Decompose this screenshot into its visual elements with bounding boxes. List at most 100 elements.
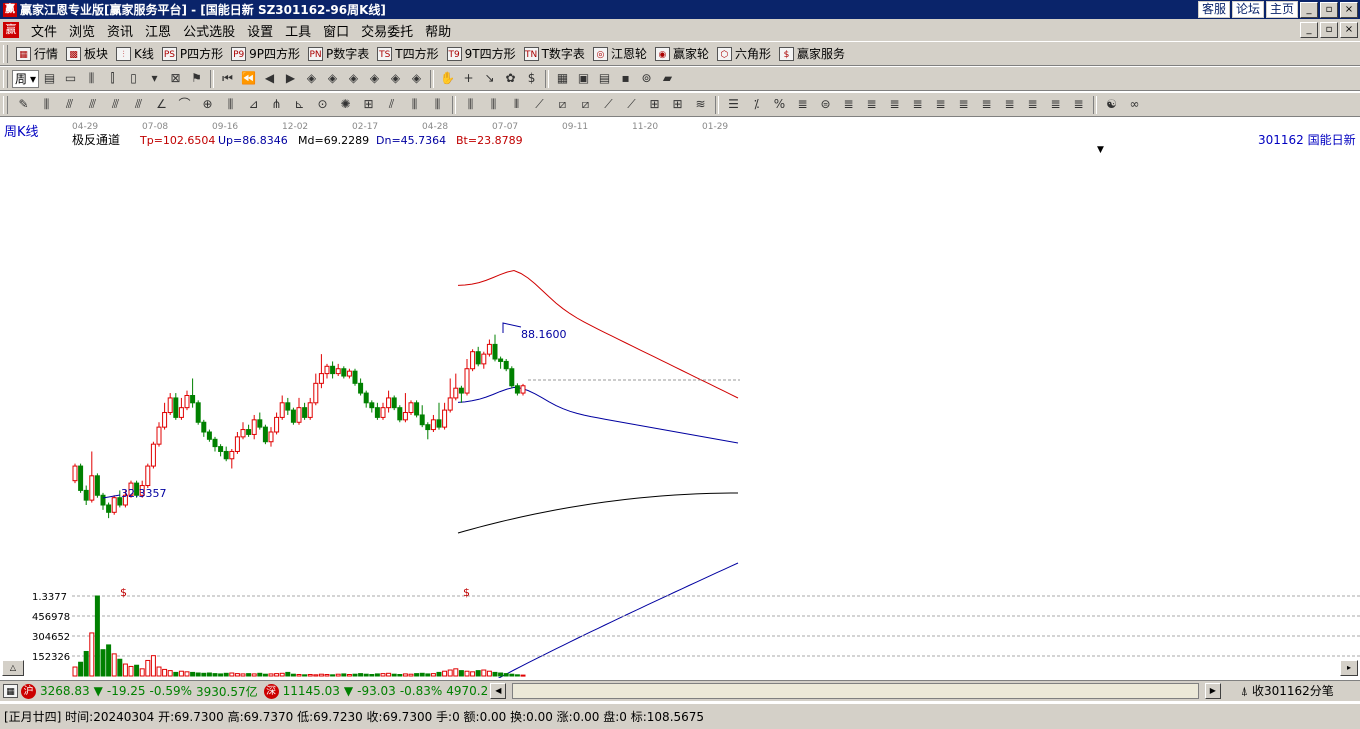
fan-icon[interactable]: ⊠ bbox=[167, 70, 184, 87]
toolbar-button-1[interactable]: ▩ 板块 bbox=[62, 44, 112, 64]
binoculars-icon[interactable]: ⊚ bbox=[638, 70, 655, 87]
kline-chart[interactable]: 04-29 07-08 09-16 12-02 02-17 04-28 07-07 09-11… bbox=[0, 118, 1360, 678]
forum-link[interactable]: 论坛 bbox=[1231, 1, 1264, 18]
fan-line-icon[interactable]: ⟋ bbox=[530, 96, 549, 113]
diamond-1-icon[interactable]: ◈ bbox=[303, 70, 320, 87]
sh-index[interactable]: 沪 3268.83 ▼ -19.25 -0.59% 3930.57亿 bbox=[21, 683, 258, 700]
toolbar-button-10[interactable]: ◉ 赢家轮 bbox=[651, 44, 713, 64]
comb-tool-2-icon[interactable]: ⫼ bbox=[405, 96, 424, 113]
fibo-tool-8-icon[interactable]: ≣ bbox=[1023, 96, 1042, 113]
truck-icon[interactable]: ▰ bbox=[659, 70, 676, 87]
menu-info[interactable]: 资讯 bbox=[101, 21, 139, 40]
sz-index[interactable]: 深 11145.03 ▼ -93.03 -0.83% 4970.2 bbox=[263, 683, 488, 699]
fibo-tool-9-icon[interactable]: ≣ bbox=[1046, 96, 1065, 113]
fibo-tool-5-icon[interactable]: ≣ bbox=[954, 96, 973, 113]
doc-icon[interactable]: ▭ bbox=[62, 70, 79, 87]
draw-line-icon[interactable]: ↘ bbox=[481, 70, 498, 87]
horizontal-scrollbar[interactable] bbox=[512, 683, 1199, 699]
toolbar-button-0[interactable]: ▦ 行情 bbox=[12, 44, 62, 64]
calendar-icon[interactable]: ▦ bbox=[554, 70, 571, 87]
candle-icon[interactable]: ⫿ bbox=[104, 70, 121, 87]
table-icon[interactable]: ▤ bbox=[596, 70, 613, 87]
grid-icon[interactable]: ▦ bbox=[3, 684, 18, 698]
service-link[interactable]: 客服 bbox=[1197, 1, 1230, 18]
diamond-5-icon[interactable]: ◈ bbox=[387, 70, 404, 87]
menu-browse[interactable]: 浏览 bbox=[63, 21, 101, 40]
period-selector[interactable]: 周 ▾ bbox=[12, 69, 40, 88]
fan-square-2-icon[interactable]: ⧄ bbox=[576, 96, 595, 113]
child-minimize-button[interactable]: _ bbox=[1300, 22, 1318, 38]
restore-button[interactable]: ▫ bbox=[1320, 1, 1338, 18]
menu-tools[interactable]: 工具 bbox=[279, 21, 317, 40]
close-button[interactable]: × bbox=[1340, 1, 1358, 18]
dropdown-arrow-icon[interactable]: ▼ bbox=[1097, 145, 1104, 155]
comb-tool-3-icon[interactable]: ⫼ bbox=[428, 96, 447, 113]
prev-icon[interactable]: ⏪ bbox=[240, 70, 257, 87]
hand-icon[interactable]: ✋ bbox=[439, 70, 456, 87]
save-icon[interactable]: ▪ bbox=[617, 70, 634, 87]
chart-type-icon[interactable]: ▤ bbox=[41, 70, 58, 87]
line-type-dropdown-icon[interactable]: ▾ bbox=[146, 70, 163, 87]
grid-tool-5-icon[interactable]: ⫻ bbox=[129, 96, 148, 113]
child-close-button[interactable]: × bbox=[1340, 22, 1358, 38]
diamond-2-icon[interactable]: ◈ bbox=[324, 70, 341, 87]
diamond-4-icon[interactable]: ◈ bbox=[366, 70, 383, 87]
fibo-tool-icon[interactable]: ≣ bbox=[862, 96, 881, 113]
menu-file[interactable]: 文件 bbox=[25, 21, 63, 40]
comb-tool-5-icon[interactable]: ⫼ bbox=[484, 96, 503, 113]
first-icon[interactable]: ⏮ bbox=[219, 70, 236, 87]
menu-trade[interactable]: 交易委托 bbox=[355, 21, 419, 40]
tick-detail-label[interactable]: 收301162分笔 bbox=[1248, 682, 1360, 700]
pencil-icon[interactable]: ✎ bbox=[14, 96, 33, 113]
toolbar-button-7[interactable]: T9 9T四方形 bbox=[443, 44, 520, 64]
triangle-tool-icon[interactable]: ⊿ bbox=[244, 96, 263, 113]
fan-square-icon[interactable]: ⧄ bbox=[553, 96, 572, 113]
sun-tool-icon[interactable]: ✺ bbox=[336, 96, 355, 113]
toolbar-button-4[interactable]: P9 9P四方形 bbox=[227, 44, 304, 64]
dollar-chart-icon[interactable]: $ bbox=[523, 70, 540, 87]
menu-settings[interactable]: 设置 bbox=[241, 21, 279, 40]
channel-tool-icon[interactable]: ⫴ bbox=[507, 96, 526, 113]
toolbar-button-12[interactable]: $ 赢家服务 bbox=[775, 44, 849, 64]
shape-icon[interactable]: ✿ bbox=[502, 70, 519, 87]
ray-tool-icon[interactable]: ⟋ bbox=[599, 96, 618, 113]
fibo-lines-2-icon[interactable]: ≣ bbox=[839, 96, 858, 113]
flag-icon[interactable]: ⚑ bbox=[188, 70, 205, 87]
box-tool-icon[interactable]: ⊞ bbox=[359, 96, 378, 113]
menu-formula[interactable]: 公式选股 bbox=[177, 21, 241, 40]
menu-help[interactable]: 帮助 bbox=[419, 21, 457, 40]
arc-tool-icon[interactable]: ⌒ bbox=[175, 96, 194, 113]
toolbar-button-8[interactable]: TN T数字表 bbox=[520, 44, 589, 64]
fibo-tool-7-icon[interactable]: ≣ bbox=[1000, 96, 1019, 113]
right-icon[interactable]: ▶ bbox=[282, 70, 299, 87]
scroll-left-icon[interactable]: ◀ bbox=[490, 683, 507, 699]
arc-angle-icon[interactable]: ⊾ bbox=[290, 96, 309, 113]
fibo-tool-2-icon[interactable]: ≣ bbox=[885, 96, 904, 113]
comb-tool-icon[interactable]: ⫼ bbox=[221, 96, 240, 113]
scroll-right-button[interactable]: ▸ bbox=[1340, 660, 1358, 676]
fibo-tool-6-icon[interactable]: ≣ bbox=[977, 96, 996, 113]
menu-gann[interactable]: 江恩 bbox=[139, 21, 177, 40]
fibo-tool-3-icon[interactable]: ≣ bbox=[908, 96, 927, 113]
fibo-tool-4-icon[interactable]: ≣ bbox=[931, 96, 950, 113]
grid-tool-1-icon[interactable]: ⫼ bbox=[37, 96, 56, 113]
grid-box-icon[interactable]: ⊞ bbox=[645, 96, 664, 113]
toolbar-button-9[interactable]: ◎ 江恩轮 bbox=[589, 44, 651, 64]
fibo-circle-icon[interactable]: ⊜ bbox=[816, 96, 835, 113]
diamond-3-icon[interactable]: ◈ bbox=[345, 70, 362, 87]
scroll-right-icon[interactable]: ▶ bbox=[1204, 683, 1221, 699]
toolbar-button-3[interactable]: PS P四方形 bbox=[158, 44, 227, 64]
left-icon[interactable]: ◀ bbox=[261, 70, 278, 87]
target-tool-icon[interactable]: ⊙ bbox=[313, 96, 332, 113]
circle-grid-icon[interactable]: ⊕ bbox=[198, 96, 217, 113]
ray-tool-2-icon[interactable]: ⟋ bbox=[622, 96, 641, 113]
grid-tool-4-icon[interactable]: ⫻ bbox=[106, 96, 125, 113]
toolbar-button-5[interactable]: PN P数字表 bbox=[304, 44, 373, 64]
scroll-up-button[interactable]: △ bbox=[2, 660, 24, 676]
fibo-tool-10-icon[interactable]: ≣ bbox=[1069, 96, 1088, 113]
diamond-6-icon[interactable]: ◈ bbox=[408, 70, 425, 87]
percent-fan-icon[interactable]: ⁒ bbox=[747, 96, 766, 113]
percent-icon[interactable]: % bbox=[770, 96, 789, 113]
monitor-icon[interactable]: ▣ bbox=[575, 70, 592, 87]
angle-tool-icon[interactable]: ∠ bbox=[152, 96, 171, 113]
